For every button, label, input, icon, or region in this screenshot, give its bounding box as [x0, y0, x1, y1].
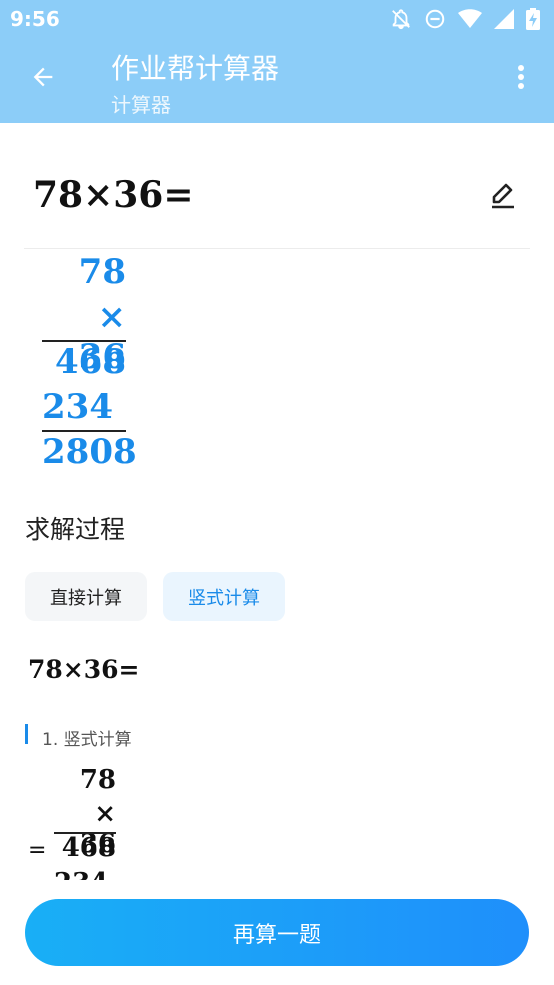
more-vert-icon [517, 64, 525, 94]
app-title: 作业帮计算器 [111, 52, 280, 85]
do-not-disturb-icon [424, 8, 446, 30]
partial-product-1: 468 [55, 342, 126, 382]
more-options-button[interactable] [506, 64, 536, 94]
step-content: = 78 × 36 468 234 [0, 760, 554, 880]
status-time: 9:56 [10, 7, 60, 31]
wifi-icon [458, 9, 482, 29]
bottom-bar: 再算一题 [0, 880, 554, 985]
partial-product-2: 234 [42, 387, 113, 427]
step-marker [25, 724, 28, 744]
expression-row: 78×36= [24, 160, 530, 249]
equals-sign: = [28, 838, 47, 863]
solution-expression: 78×36= [28, 655, 140, 684]
status-bar: 9:56 [0, 0, 554, 38]
notifications-off-icon [390, 8, 412, 30]
app-header: 9:56 作业帮计算器 计算器 [0, 0, 554, 123]
edit-expression-button[interactable] [486, 178, 520, 212]
multiplicand: 78 [79, 765, 116, 795]
status-icons [390, 8, 540, 30]
calculate-again-button[interactable]: 再算一题 [25, 899, 529, 966]
partial-product-2: 234 [54, 868, 116, 880]
partial-product-1: 468 [61, 833, 116, 863]
signal-icon [494, 9, 514, 29]
battery-charging-icon [526, 8, 540, 30]
app-subtitle: 计算器 [111, 93, 171, 117]
expression-text: 78×36= [33, 174, 194, 216]
step-label: 1. 竖式计算 [42, 730, 132, 750]
tab-direct-calc[interactable]: 直接计算 [25, 572, 147, 621]
product-result: 2808 [42, 432, 137, 472]
multiplicand: 78 [78, 252, 126, 292]
back-arrow-icon [29, 63, 57, 95]
tab-vertical-calc[interactable]: 竖式计算 [163, 572, 285, 621]
back-button[interactable] [22, 58, 64, 100]
edit-icon [486, 183, 520, 216]
solution-title: 求解过程 [25, 515, 126, 544]
